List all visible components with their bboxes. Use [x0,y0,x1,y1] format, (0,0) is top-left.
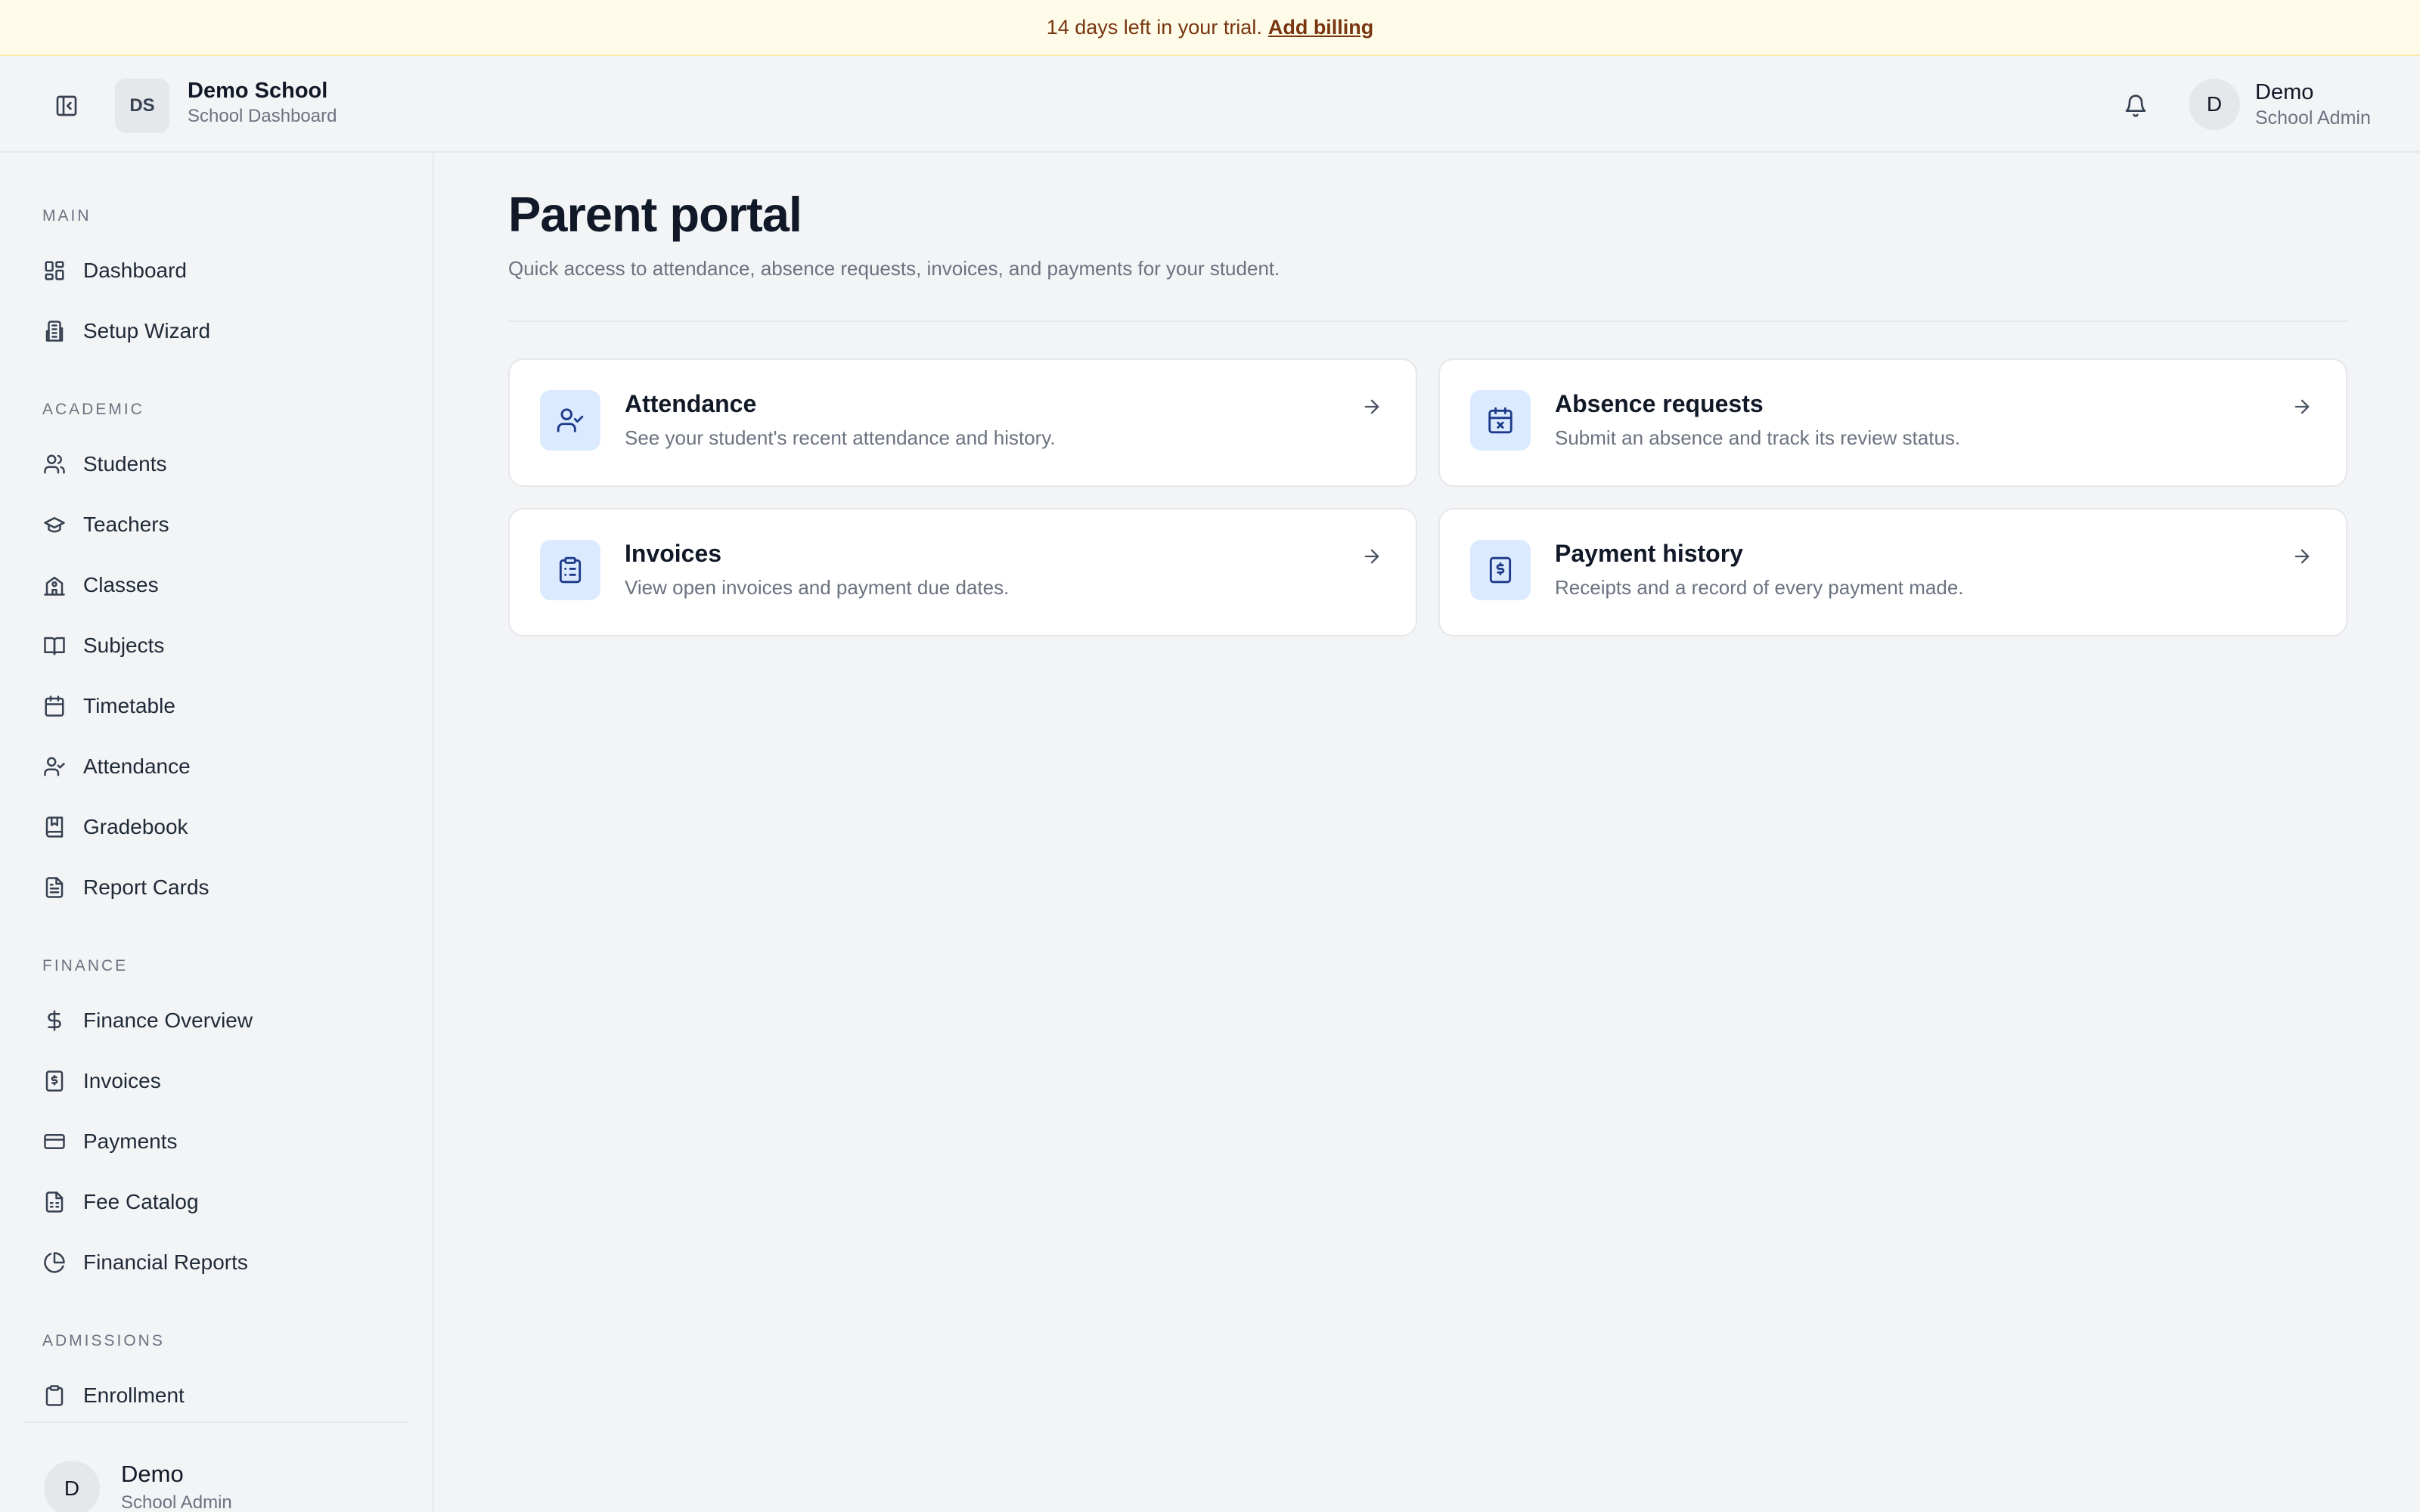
card-title: Attendance [625,390,757,417]
trial-banner: 14 days left in your trial. Add billing [0,0,2420,56]
building-icon [41,318,68,345]
bookmark-book-icon [41,813,68,841]
sidebar-item-financial-reports[interactable]: Financial Reports [24,1238,408,1287]
book-open-icon [41,632,68,659]
card-description: Submit an absence and track its review s… [1555,426,1961,449]
sidebar-item-students[interactable]: Students [24,440,408,488]
sidebar-footer-name[interactable]: Demo [121,1461,184,1488]
sidebar-item-label: Classes [83,573,159,596]
sidebar-item-setup-wizard[interactable]: Setup Wizard [24,307,408,355]
section-label-main: MAIN [42,207,92,225]
attendance-card[interactable]: Attendance See your student's recent att… [508,358,1417,487]
page-title: Parent portal [508,187,802,242]
bell-icon [2125,94,2146,117]
card-description: Receipts and a record of every payment m… [1555,576,1964,599]
dollar-icon [41,1007,68,1034]
calendar-x-icon [1470,390,1531,451]
sidebar-item-label: Students [83,452,167,476]
sidebar-item-label: Invoices [83,1069,161,1092]
user-name[interactable]: Demo [2255,80,2313,105]
user-check-icon [41,753,68,780]
notifications-button[interactable] [2114,85,2157,127]
credit-card-icon [41,1128,68,1155]
card-description: View open invoices and payment due dates… [625,576,1010,599]
sidebar-divider [24,1421,408,1423]
trial-banner-text: 14 days left in your trial. [1046,15,1262,39]
section-label-admissions: ADMISSIONS [42,1332,165,1349]
sidebar-collapse-icon [56,95,77,116]
sidebar-item-label: Dashboard [83,259,187,282]
sidebar-item-label: Attendance [83,754,191,778]
sidebar-item-label: Financial Reports [83,1250,248,1274]
arrow-right-icon [2287,541,2317,572]
section-label-academic: ACADEMIC [42,401,144,418]
sidebar-footer-avatar[interactable]: D [44,1461,100,1512]
card-title: Absence requests [1555,390,1764,417]
top-header: DS Demo School School Dashboard D Demo S… [0,56,2420,153]
pie-chart-icon [41,1249,68,1276]
sidebar-item-attendance[interactable]: Attendance [24,742,408,791]
school-name: Demo School [188,79,328,103]
sidebar-item-label: Gradebook [83,815,188,838]
content-divider [508,321,2347,322]
sidebar: MAIN Dashboard Setup Wizard ACADEMIC Stu… [0,153,434,1512]
page-description: Quick access to attendance, absence requ… [508,257,1280,280]
user-role: School Admin [2255,107,2371,129]
receipt-dollar-icon [1470,540,1531,600]
absence-requests-card[interactable]: Absence requests Submit an absence and t… [1438,358,2347,487]
arrow-right-icon [1357,392,1387,422]
clipboard-list-icon [540,540,600,600]
sidebar-item-label: Payments [83,1129,178,1153]
sidebar-item-label: Subjects [83,634,165,657]
calendar-icon [41,692,68,720]
sidebar-item-timetable[interactable]: Timetable [24,682,408,730]
add-billing-link[interactable]: Add billing [1268,16,1373,39]
invoices-card[interactable]: Invoices View open invoices and payment … [508,508,1417,637]
card-description: See your student's recent attendance and… [625,426,1056,449]
sidebar-item-payments[interactable]: Payments [24,1117,408,1166]
sidebar-item-report-cards[interactable]: Report Cards [24,863,408,912]
sidebar-toggle-button[interactable] [45,85,88,127]
receipt-icon [41,1067,68,1095]
school-avatar[interactable]: DS [115,79,169,133]
file-text-icon [41,874,68,901]
arrow-right-icon [1357,541,1387,572]
sidebar-item-enrollment[interactable]: Enrollment [24,1371,408,1406]
section-label-finance: FINANCE [42,957,129,974]
arrow-right-icon [2287,392,2317,422]
user-check-icon [540,390,600,451]
sidebar-item-label: Timetable [83,694,175,717]
sidebar-item-gradebook[interactable]: Gradebook [24,803,408,851]
sidebar-item-label: Setup Wizard [83,319,211,342]
sidebar-item-subjects[interactable]: Subjects [24,621,408,670]
sidebar-item-finance-overview[interactable]: Finance Overview [24,996,408,1045]
sidebar-item-label: Teachers [83,513,169,536]
users-icon [41,451,68,478]
card-title: Payment history [1555,540,1743,567]
sidebar-item-classes[interactable]: Classes [24,561,408,609]
sidebar-item-invoices[interactable]: Invoices [24,1057,408,1105]
sidebar-item-label: Finance Overview [83,1009,253,1032]
dashboard-icon [41,257,68,284]
sidebar-item-label: Report Cards [83,875,209,899]
sidebar-item-fee-catalog[interactable]: Fee Catalog [24,1178,408,1226]
sidebar-item-teachers[interactable]: Teachers [24,500,408,549]
sidebar-nav[interactable]: MAIN Dashboard Setup Wizard ACADEMIC Stu… [0,153,433,1406]
sidebar-item-label: Enrollment [83,1383,185,1406]
clipboard-icon [41,1382,68,1406]
school-icon [41,572,68,599]
school-subtitle: School Dashboard [188,106,337,126]
user-avatar[interactable]: D [2189,79,2240,130]
card-title: Invoices [625,540,722,567]
payment-history-card[interactable]: Payment history Receipts and a record of… [1438,508,2347,637]
sidebar-item-dashboard[interactable]: Dashboard [24,246,408,295]
sidebar-item-label: Fee Catalog [83,1190,199,1213]
graduation-cap-icon [41,511,68,538]
sidebar-footer-role: School Admin [121,1492,232,1512]
file-spreadsheet-icon [41,1188,68,1216]
